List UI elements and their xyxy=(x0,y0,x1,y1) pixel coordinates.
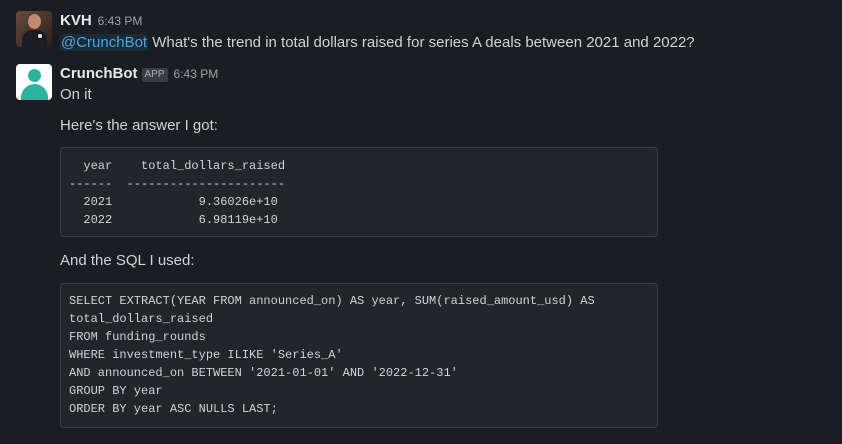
sql-intro: And the SQL I used: xyxy=(60,252,195,269)
mention-link[interactable]: @CrunchBot xyxy=(60,34,149,51)
message-content: KVH 6:43 PM @CrunchBot What's the trend i… xyxy=(60,11,842,54)
avatar-face xyxy=(28,14,41,29)
answer-intro: Here's the answer I got: xyxy=(60,117,218,134)
kvh-avatar[interactable] xyxy=(16,11,52,47)
message-text: @CrunchBot What's the trend in total dol… xyxy=(60,32,842,54)
avatar-shoulders xyxy=(21,84,48,100)
message-header: CrunchBot APP 6:43 PM xyxy=(60,64,842,84)
message-crunchbot: CrunchBot APP 6:43 PM On it Here's the ans… xyxy=(16,64,842,439)
timestamp[interactable]: 6:43 PM xyxy=(98,14,143,28)
timestamp[interactable]: 6:43 PM xyxy=(174,67,219,81)
author-name[interactable]: KVH xyxy=(60,12,92,29)
message-header: KVH 6:43 PM xyxy=(60,11,842,31)
app-badge: APP xyxy=(141,68,168,82)
message-kvh: KVH 6:43 PM @CrunchBot What's the trend i… xyxy=(16,11,842,51)
question-text: What's the trend in total dollars raised… xyxy=(148,34,695,51)
author-name[interactable]: CrunchBot xyxy=(60,65,138,82)
result-code-block: year total_dollars_raised ------ -------… xyxy=(60,147,658,237)
sql-code-block: SELECT EXTRACT(YEAR FROM announced_on) A… xyxy=(60,283,658,428)
avatar-light xyxy=(38,34,42,38)
avatar-head xyxy=(28,69,41,82)
crunchbot-avatar[interactable] xyxy=(16,64,52,100)
message-content: CrunchBot APP 6:43 PM On it Here's the ans… xyxy=(60,64,842,428)
status-text: On it xyxy=(60,86,92,103)
avatar-body xyxy=(22,30,47,47)
